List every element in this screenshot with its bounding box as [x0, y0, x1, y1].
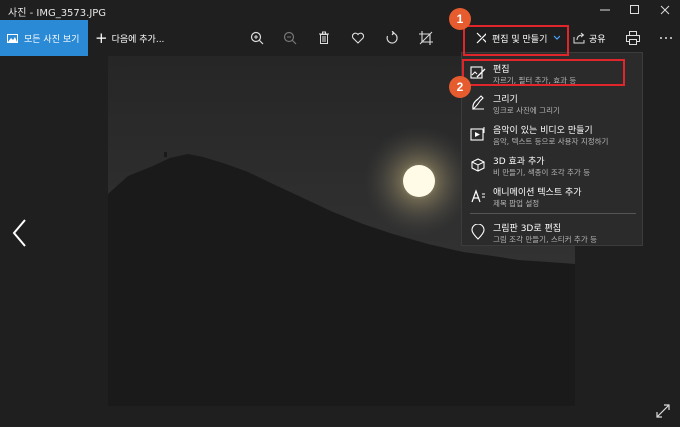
favorite-button[interactable]: [349, 29, 367, 47]
menu-item-3d-effects[interactable]: 3D 효과 추가 비 만들기, 색종이 조각 추가 등: [462, 151, 642, 181]
print-icon: [626, 31, 640, 45]
photo-icon: [7, 33, 18, 43]
more-icon: [660, 37, 672, 39]
menu-separator: [470, 213, 636, 214]
title-bar: 사진 - IMG_3573.JPG: [0, 0, 680, 20]
fullscreen-button[interactable]: [655, 403, 671, 419]
all-photos-label: 모든 사진 보기: [24, 34, 80, 45]
zoom-in-button[interactable]: [248, 29, 266, 47]
chevron-left-icon: [12, 219, 26, 247]
all-photos-button[interactable]: 모든 사진 보기: [0, 20, 88, 56]
window-title: 사진 - IMG_3573.JPG: [8, 8, 107, 19]
rotate-icon: [386, 31, 398, 44]
menu-item-subtitle: 그림 조각 만들기, 스티커 추가 등: [493, 235, 598, 244]
expand-icon: [656, 404, 670, 418]
heart-icon: [351, 32, 365, 44]
menu-item-title: 3D 효과 추가: [493, 157, 545, 167]
add-to-button[interactable]: + 다음에 추가...: [95, 20, 164, 56]
minimize-button[interactable]: [590, 0, 620, 20]
minimize-icon: [600, 9, 610, 11]
menu-item-draw[interactable]: 그리기 잉크로 사진에 그리기: [462, 89, 642, 119]
highlight-edit-item: [462, 59, 625, 86]
menu-item-title: 음악이 있는 비디오 만들기: [493, 126, 593, 136]
share-button[interactable]: 공유: [573, 20, 606, 56]
menu-item-subtitle: 비 만들기, 색종이 조각 추가 등: [493, 168, 591, 177]
share-label: 공유: [589, 34, 606, 45]
share-icon: [573, 32, 585, 44]
delete-button[interactable]: [315, 29, 333, 47]
crop-icon: [419, 31, 433, 45]
menu-item-video[interactable]: 음악이 있는 비디오 만들기 음악, 텍스트 등으로 사용자 지정하기: [462, 120, 642, 150]
zoom-in-icon: [250, 31, 264, 45]
3d-effects-icon: [471, 158, 485, 172]
highlight-edit-create: [463, 25, 569, 56]
zoom-out-icon: [283, 31, 297, 45]
print-button[interactable]: [624, 29, 642, 47]
menu-item-animated-text[interactable]: 애니메이션 텍스트 추가 제목 팝업 설정: [462, 182, 642, 212]
video-music-icon: [470, 127, 485, 141]
pen-icon: [472, 95, 484, 110]
menu-item-title: 그리기: [493, 95, 518, 105]
close-button[interactable]: [650, 0, 680, 20]
trash-icon: [319, 31, 329, 44]
maximize-icon: [630, 5, 639, 14]
step-badge-1: 1: [449, 8, 471, 30]
maximize-button[interactable]: [620, 0, 650, 20]
animated-text-icon: [471, 189, 485, 203]
add-to-label: 다음에 추가...: [111, 34, 165, 45]
close-icon: [660, 5, 670, 15]
zoom-out-button[interactable]: [281, 29, 299, 47]
menu-item-title: 그림판 3D로 편집: [493, 224, 562, 234]
menu-item-subtitle: 음악, 텍스트 등으로 사용자 지정하기: [493, 137, 609, 146]
menu-item-title: 애니메이션 텍스트 추가: [493, 188, 582, 198]
menu-item-subtitle: 제목 팝업 설정: [493, 199, 540, 208]
plus-icon: +: [95, 28, 108, 47]
menu-item-paint3d[interactable]: 그림판 3D로 편집 그림 조각 만들기, 스티커 추가 등: [462, 218, 642, 248]
menu-item-subtitle: 잉크로 사진에 그리기: [493, 106, 560, 115]
rotate-button[interactable]: [383, 29, 401, 47]
more-button[interactable]: [657, 29, 675, 47]
step-badge-2: 2: [449, 76, 471, 98]
previous-photo-button[interactable]: [10, 218, 30, 248]
toolbar: 모든 사진 보기 + 다음에 추가... 편집 및 만들기 공유: [0, 20, 680, 56]
paint3d-icon: [471, 224, 485, 240]
crop-button[interactable]: [417, 29, 435, 47]
